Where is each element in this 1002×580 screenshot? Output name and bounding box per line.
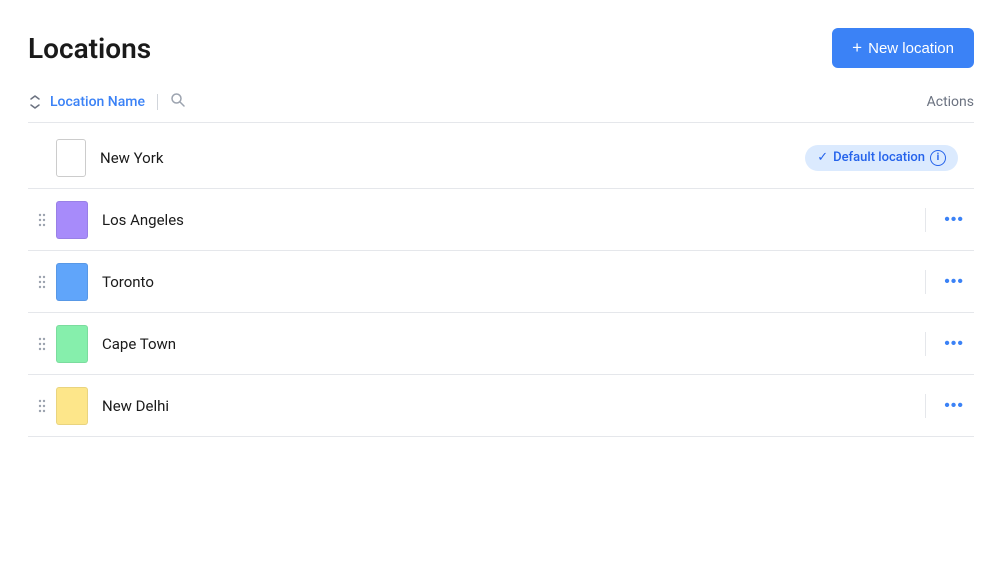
location-name: Toronto <box>102 273 921 291</box>
column-location-name[interactable]: Location Name <box>50 94 145 110</box>
page-header: Locations + New location <box>28 28 974 68</box>
drag-handle[interactable] <box>28 336 56 352</box>
more-actions-button[interactable]: ••• <box>938 207 970 233</box>
row-divider <box>925 394 926 418</box>
location-list: New York ✓ Default location i Los Angele… <box>28 127 974 437</box>
row-actions: ••• <box>921 331 974 357</box>
info-icon[interactable]: i <box>930 150 946 166</box>
toolbar-left: Location Name <box>28 92 186 112</box>
default-badge: ✓ Default location i <box>805 145 958 171</box>
check-icon: ✓ <box>817 150 828 165</box>
row-divider <box>925 208 926 232</box>
more-actions-button[interactable]: ••• <box>938 393 970 419</box>
drag-handle[interactable] <box>28 274 56 290</box>
location-name: Los Angeles <box>102 211 921 229</box>
ellipsis-icon: ••• <box>944 397 964 415</box>
list-item: Los Angeles ••• <box>28 189 974 251</box>
sort-icon[interactable] <box>28 95 42 109</box>
row-actions: ✓ Default location i <box>805 145 974 171</box>
row-divider <box>925 332 926 356</box>
page-title: Locations <box>28 32 151 65</box>
list-item: Toronto ••• <box>28 251 974 313</box>
search-icon[interactable] <box>170 92 186 112</box>
location-icon <box>56 201 88 239</box>
more-actions-button[interactable]: ••• <box>938 269 970 295</box>
drag-handle[interactable] <box>28 212 56 228</box>
ellipsis-icon: ••• <box>944 273 964 291</box>
new-location-label: New location <box>868 40 954 57</box>
location-name: Cape Town <box>102 335 921 353</box>
location-icon <box>56 387 88 425</box>
row-actions: ••• <box>921 393 974 419</box>
ellipsis-icon: ••• <box>944 211 964 229</box>
plus-icon: + <box>852 38 862 58</box>
row-actions: ••• <box>921 269 974 295</box>
row-divider <box>925 270 926 294</box>
ellipsis-icon: ••• <box>944 335 964 353</box>
row-actions: ••• <box>921 207 974 233</box>
list-item: New Delhi ••• <box>28 375 974 437</box>
list-item: Cape Town ••• <box>28 313 974 375</box>
toolbar-divider <box>157 94 158 110</box>
location-name: New York <box>100 149 805 167</box>
location-icon <box>56 263 88 301</box>
location-name: New Delhi <box>102 397 921 415</box>
more-actions-button[interactable]: ••• <box>938 331 970 357</box>
list-item: New York ✓ Default location i <box>28 127 974 189</box>
location-icon <box>56 325 88 363</box>
actions-column-header: Actions <box>927 94 974 110</box>
new-location-button[interactable]: + New location <box>832 28 974 68</box>
drag-handle[interactable] <box>28 398 56 414</box>
default-label: Default location <box>833 150 925 165</box>
location-icon <box>56 139 86 177</box>
page-container: Locations + New location Location Name A… <box>0 0 1002 437</box>
table-toolbar: Location Name Actions <box>28 92 974 123</box>
